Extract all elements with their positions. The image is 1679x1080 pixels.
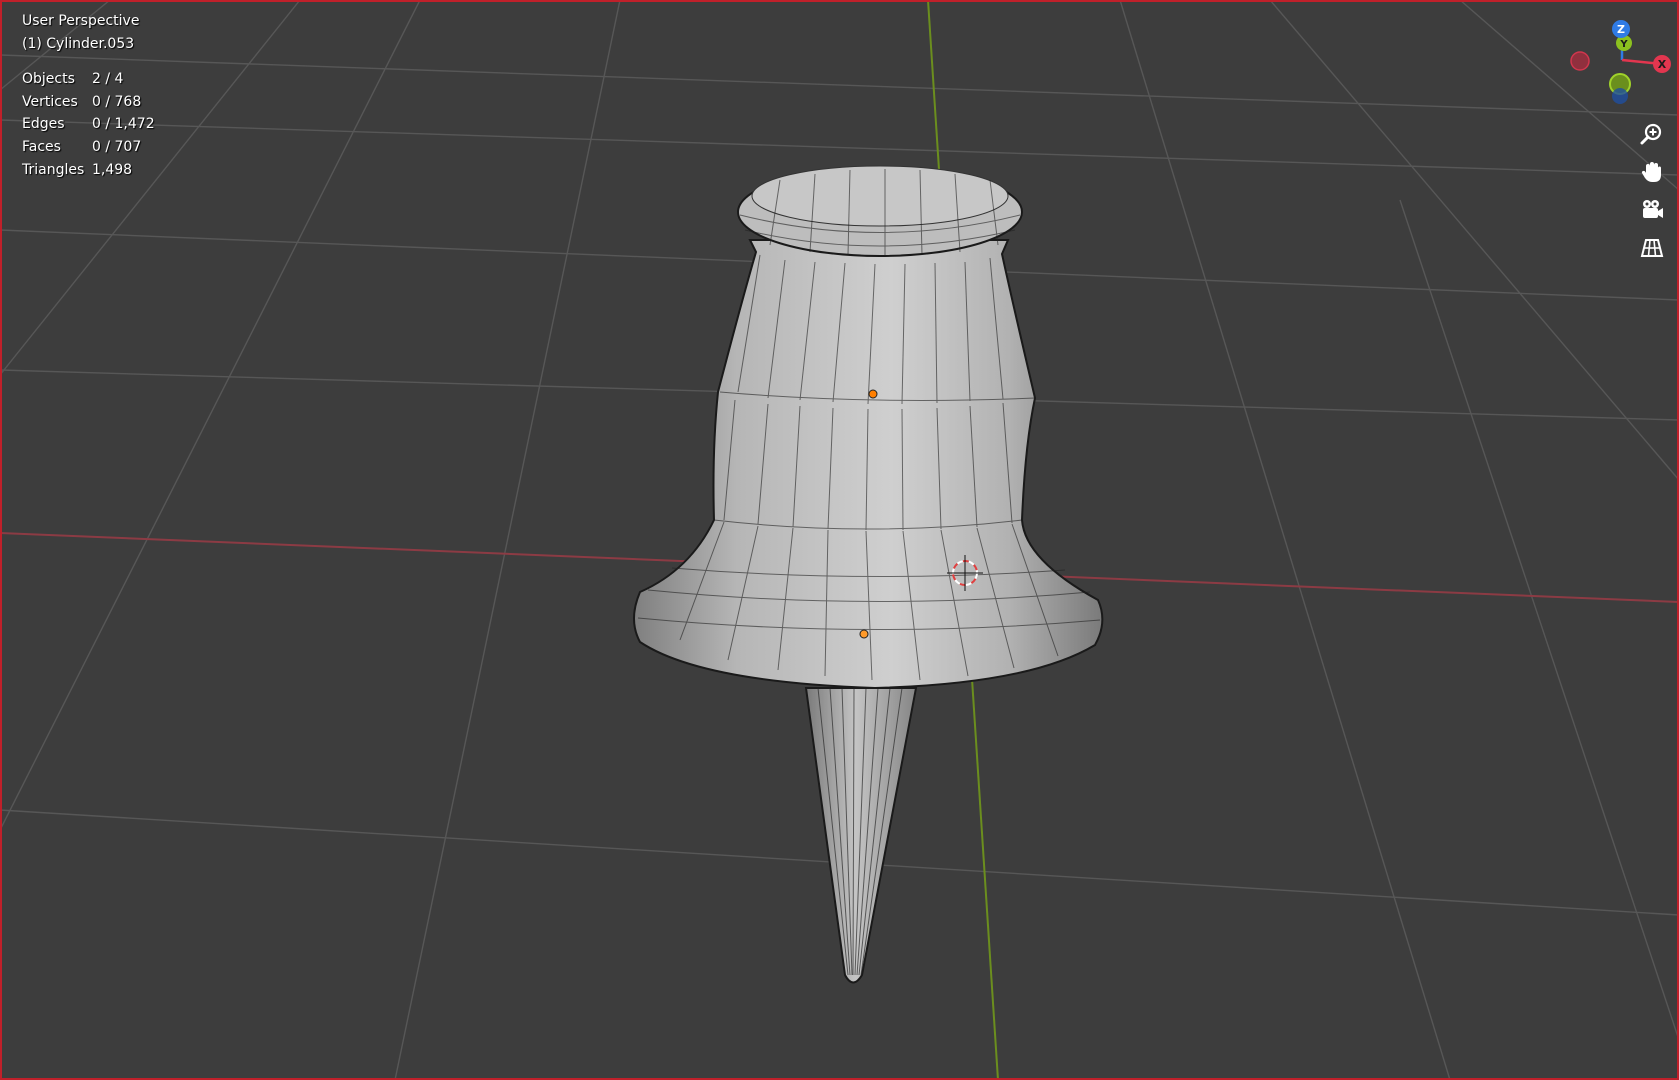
gizmo-neg-x-icon[interactable] — [1570, 51, 1590, 71]
stat-value: 1,498 — [92, 161, 133, 178]
stat-label: Edges — [22, 116, 65, 133]
object-origin-dot — [868, 389, 878, 399]
ortho-grid-icon — [1640, 239, 1664, 257]
pin-head-top — [751, 165, 1009, 227]
scene-statistics: Objects 2 / 4 Vertices 0 / 768 Edges 0 /… — [22, 68, 155, 181]
zoom-icon — [1640, 123, 1662, 145]
active-object-name: (1) Cylinder.053 — [22, 36, 135, 52]
viewport-info-overlay: User Perspective (1) Cylinder.053 Object… — [22, 10, 155, 181]
camera-view-button[interactable] — [1635, 193, 1669, 227]
navigation-gizmo[interactable]: Y Z X — [1560, 10, 1679, 110]
stat-row-objects: Objects 2 / 4 — [22, 68, 155, 91]
stat-row-faces: Faces 0 / 707 — [22, 136, 155, 159]
stat-label: Objects — [22, 71, 75, 87]
gizmo-y-label: Y — [1619, 39, 1628, 50]
ortho-toggle-button[interactable] — [1635, 231, 1669, 265]
stat-label: Faces — [22, 139, 61, 156]
stat-row-edges: Edges 0 / 1,472 — [22, 113, 155, 136]
gizmo-x-label: X — [1658, 58, 1667, 71]
stat-row-vertices: Vertices 0 / 768 — [22, 91, 155, 114]
view-name: User Perspective — [22, 13, 140, 29]
gizmo-z-axis-icon[interactable]: Z — [1612, 20, 1630, 38]
scene-canvas[interactable] — [0, 0, 1679, 1080]
pan-hand-icon — [1641, 162, 1661, 182]
stat-value: 2 / 4 — [92, 71, 124, 87]
gizmo-z-label: Z — [1617, 23, 1625, 36]
stat-value: 0 / 1,472 — [92, 116, 155, 133]
pin-body — [633, 239, 1104, 690]
stat-value: 0 / 768 — [92, 93, 142, 110]
viewport-navigation-tools — [1635, 117, 1669, 269]
stat-value: 0 / 707 — [92, 139, 142, 156]
stat-label: Vertices — [22, 93, 78, 110]
pan-button[interactable] — [1635, 155, 1669, 189]
stat-label: Triangles — [22, 161, 85, 178]
camera-icon — [1643, 200, 1663, 218]
3d-viewport[interactable]: User Perspective (1) Cylinder.053 Object… — [0, 0, 1679, 1080]
stat-row-triangles: Triangles 1,498 — [22, 159, 155, 182]
gizmo-x-axis-icon[interactable]: X — [1653, 55, 1671, 73]
zoom-button[interactable] — [1635, 117, 1669, 151]
gizmo-neg-z-icon[interactable] — [1612, 88, 1628, 104]
pushpin-mesh[interactable] — [633, 165, 1104, 984]
object-origin-dot — [859, 629, 869, 639]
